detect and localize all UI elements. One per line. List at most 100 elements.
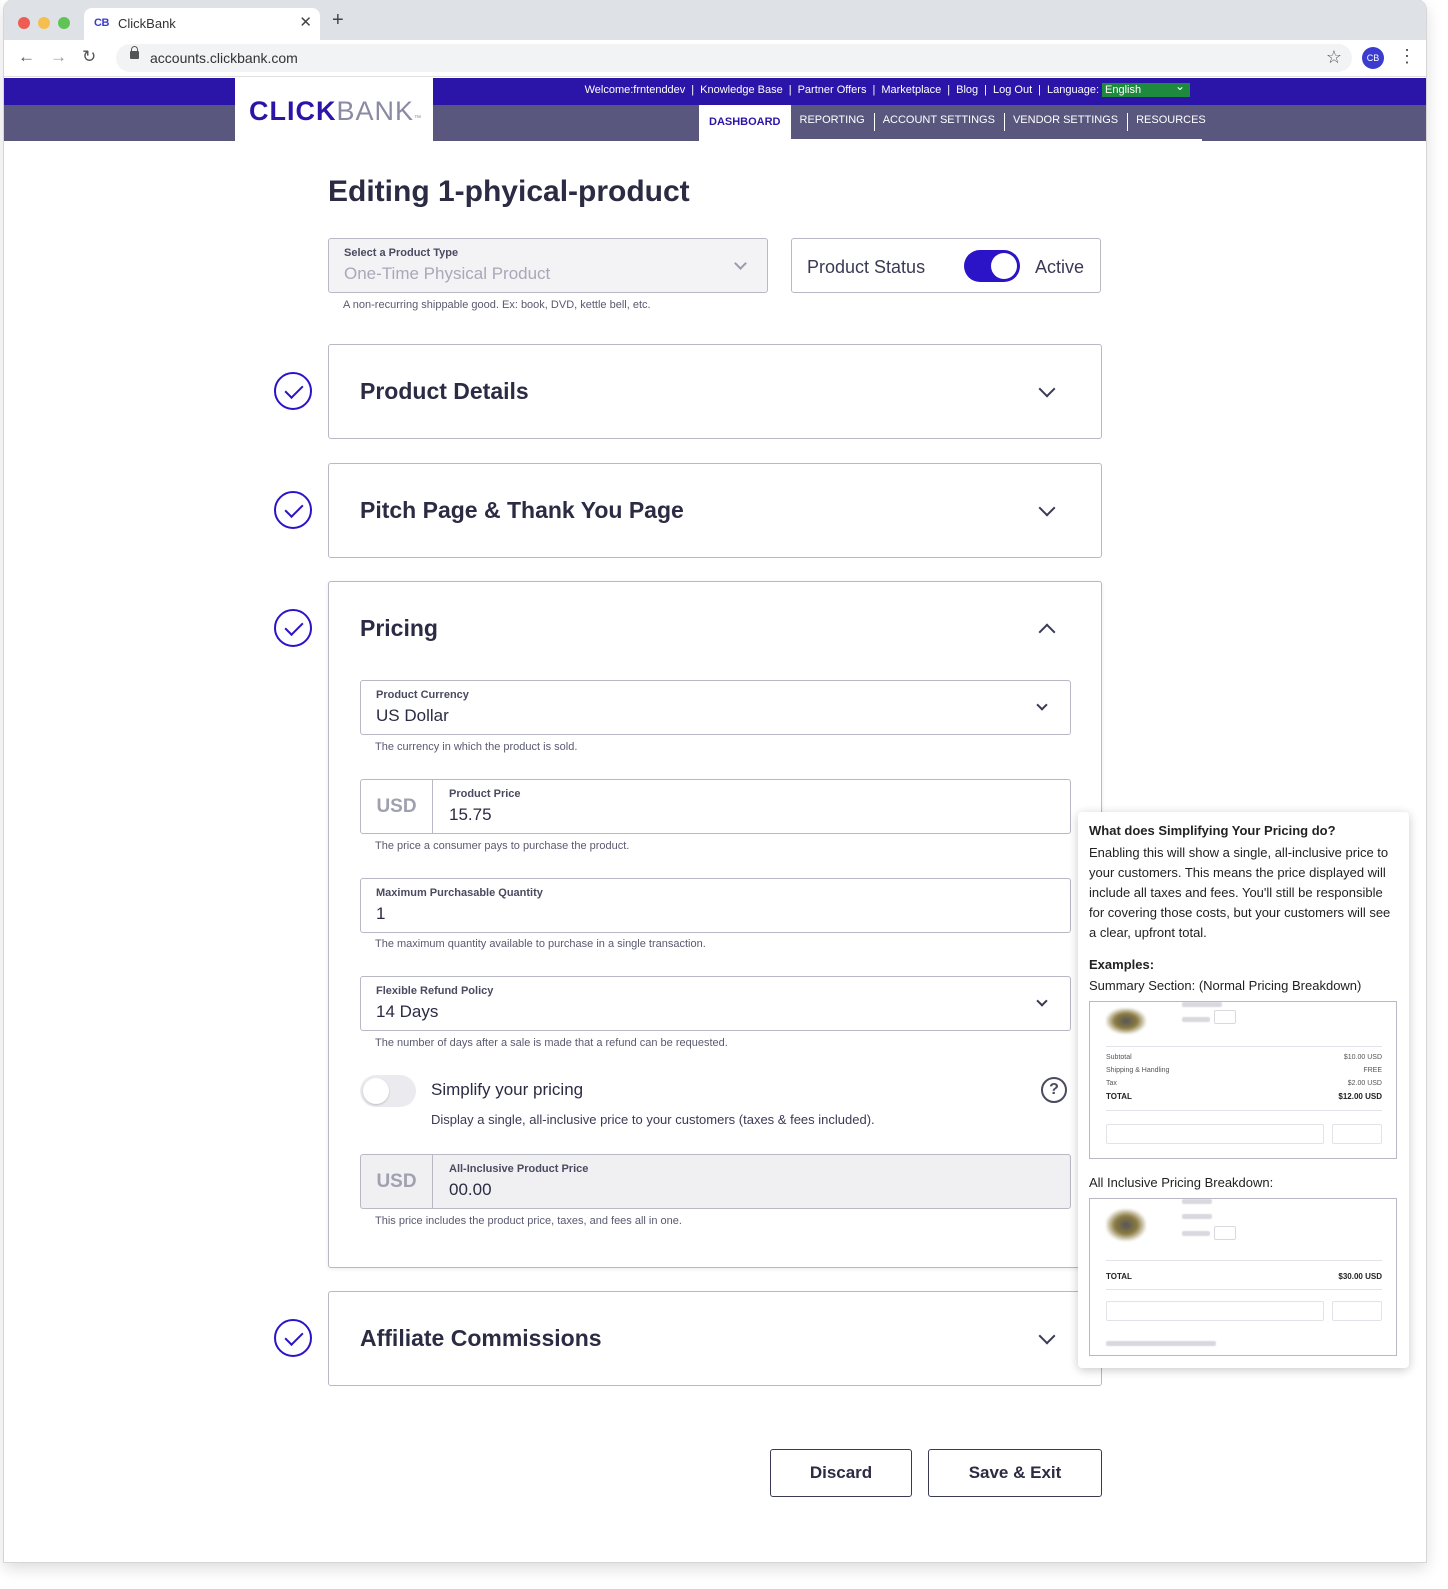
nav-underline [699, 139, 1202, 141]
product-type-helper: A non-recurring shippable good. Ex: book… [343, 299, 651, 311]
link-knowledge-base[interactable]: Knowledge Base [700, 84, 783, 96]
max-quantity-helper: The maximum quantity available to purcha… [375, 938, 706, 950]
nav-reporting[interactable]: REPORTING [791, 105, 874, 141]
discard-button[interactable]: Discard [770, 1449, 912, 1497]
product-thumbnail [1106, 1008, 1146, 1034]
checkmark-circle-icon [274, 491, 312, 529]
browser-tab[interactable]: CB ClickBank ✕ [84, 8, 320, 40]
chevron-down-icon[interactable] [1038, 380, 1056, 398]
currency-prefix: USD [361, 1155, 433, 1208]
welcome-text: Welcome:frntenddev [584, 84, 686, 96]
product-type-value: One-Time Physical Product [344, 264, 551, 283]
language-select[interactable]: English [1102, 79, 1190, 97]
product-status-toggle[interactable] [964, 250, 1020, 282]
product-type-select[interactable]: Select a Product Type One-Time Physical … [328, 238, 768, 293]
blurred-text [1182, 1017, 1210, 1022]
quantity-box [1214, 1226, 1236, 1240]
row-label: Subtotal [1106, 1054, 1132, 1061]
top-links: Welcome:frntenddev | Knowledge Base | Pa… [584, 79, 1190, 97]
minimize-window-button[interactable] [38, 17, 50, 29]
bookmark-star-icon[interactable]: ☆ [1326, 47, 1342, 68]
url-text[interactable]: accounts.clickbank.com [150, 50, 298, 66]
back-icon[interactable]: ← [18, 47, 35, 67]
currency-value: US Dollar [376, 706, 449, 725]
coupon-input [1106, 1301, 1324, 1321]
help-question-icon[interactable]: ? [1041, 1077, 1067, 1103]
currency-label: Product Currency [376, 689, 469, 701]
link-partner-offers[interactable]: Partner Offers [798, 84, 867, 96]
simplify-title: Simplify your pricing [431, 1080, 584, 1099]
nav-resources[interactable]: RESOURCES [1127, 105, 1215, 141]
address-bar: ← → ↻ accounts.clickbank.com ☆ CB ⋮ [4, 40, 1426, 77]
chevron-down-icon[interactable] [1038, 1327, 1056, 1345]
refund-helper: The number of days after a sale is made … [375, 1037, 728, 1049]
tooltip-body: Enabling this will show a single, all-in… [1089, 845, 1391, 940]
separator: | [788, 84, 792, 96]
forward-icon[interactable]: → [50, 47, 67, 67]
price-label: Product Price [449, 788, 521, 800]
new-tab-icon[interactable]: + [332, 9, 344, 32]
url-bar[interactable]: accounts.clickbank.com ☆ [116, 44, 1352, 72]
link-blog[interactable]: Blog [956, 84, 978, 96]
logo-container[interactable]: CLICKBANK™ [235, 78, 433, 141]
maximize-window-button[interactable] [58, 17, 70, 29]
row-value: FREE [1363, 1067, 1382, 1074]
max-quantity-field[interactable]: Maximum Purchasable Quantity 1 [360, 878, 1071, 933]
row-value: $10.00 USD [1343, 1054, 1382, 1061]
chevron-up-icon[interactable] [1038, 623, 1056, 641]
separator: | [872, 84, 876, 96]
section-product-details[interactable]: Product Details [328, 344, 1102, 439]
save-exit-button[interactable]: Save & Exit [928, 1449, 1102, 1497]
close-window-button[interactable] [18, 17, 30, 29]
language-label: Language: [1047, 84, 1099, 96]
product-type-label: Select a Product Type [344, 247, 459, 259]
checkmark-circle-icon [274, 1319, 312, 1357]
blurred-text [1106, 1341, 1216, 1346]
all-inclusive-price-field: USD All-Inclusive Product Price 00.00 [360, 1154, 1071, 1209]
section-title: Product Details [360, 378, 529, 404]
clickbank-logo[interactable]: CLICKBANK™ [249, 96, 422, 127]
total-value: $30.00 USD [1338, 1272, 1382, 1281]
browser-menu-icon[interactable]: ⋮ [1398, 46, 1416, 67]
link-log-out[interactable]: Log Out [993, 84, 1032, 96]
clickbank-favicon-icon: CB [94, 17, 109, 29]
apply-button [1332, 1301, 1382, 1321]
section-affiliate-commissions[interactable]: Affiliate Commissions [328, 1291, 1102, 1386]
coupon-input [1106, 1124, 1324, 1144]
divider [1106, 1289, 1382, 1290]
close-tab-icon[interactable]: ✕ [299, 13, 312, 31]
tooltip-examples-label: Examples: [1089, 957, 1155, 972]
profile-avatar[interactable]: CB [1362, 47, 1384, 69]
price-value[interactable]: 15.75 [449, 805, 492, 825]
product-status-label: Product Status [807, 257, 926, 277]
nav-dashboard[interactable]: DASHBOARD [699, 105, 791, 141]
section-title: Pitch Page & Thank You Page [360, 497, 684, 523]
total-value: $12.00 USD [1338, 1092, 1382, 1101]
chevron-down-icon[interactable] [1038, 499, 1056, 517]
link-marketplace[interactable]: Marketplace [881, 84, 941, 96]
summary-row: Shipping & Handling FREE [1106, 1067, 1382, 1074]
section-title: Affiliate Commissions [360, 1325, 602, 1351]
row-label: Shipping & Handling [1106, 1067, 1170, 1074]
logo-click-text: CLICK [249, 96, 337, 126]
section-pricing: Pricing Product Currency US Dollar The c… [328, 581, 1102, 1268]
max-quantity-value[interactable]: 1 [376, 904, 385, 924]
checkmark-circle-icon [274, 372, 312, 410]
page-title: Editing 1-phyical-product [328, 175, 690, 208]
chevron-down-icon [1036, 699, 1048, 711]
product-currency-select[interactable]: Product Currency US Dollar [360, 680, 1071, 735]
section-pitch-page[interactable]: Pitch Page & Thank You Page [328, 463, 1102, 558]
refund-policy-select[interactable]: Flexible Refund Policy 14 Days [360, 976, 1071, 1031]
row-label: Tax [1106, 1080, 1117, 1087]
lock-icon [130, 46, 139, 59]
reload-icon[interactable]: ↻ [82, 47, 96, 67]
product-status-box: Product Status Active [791, 238, 1101, 293]
tab-title: ClickBank [118, 16, 176, 31]
inclusive-pricing-preview: TOTAL $30.00 USD [1089, 1198, 1397, 1356]
nav-account-settings[interactable]: ACCOUNT SETTINGS [873, 105, 1004, 141]
simplify-pricing-toggle[interactable] [360, 1075, 416, 1107]
logo-bank-text: BANK [336, 96, 415, 126]
nav-vendor-settings[interactable]: VENDOR SETTINGS [1003, 105, 1127, 141]
separator: | [691, 84, 695, 96]
product-price-field[interactable]: USD Product Price 15.75 [360, 779, 1071, 834]
